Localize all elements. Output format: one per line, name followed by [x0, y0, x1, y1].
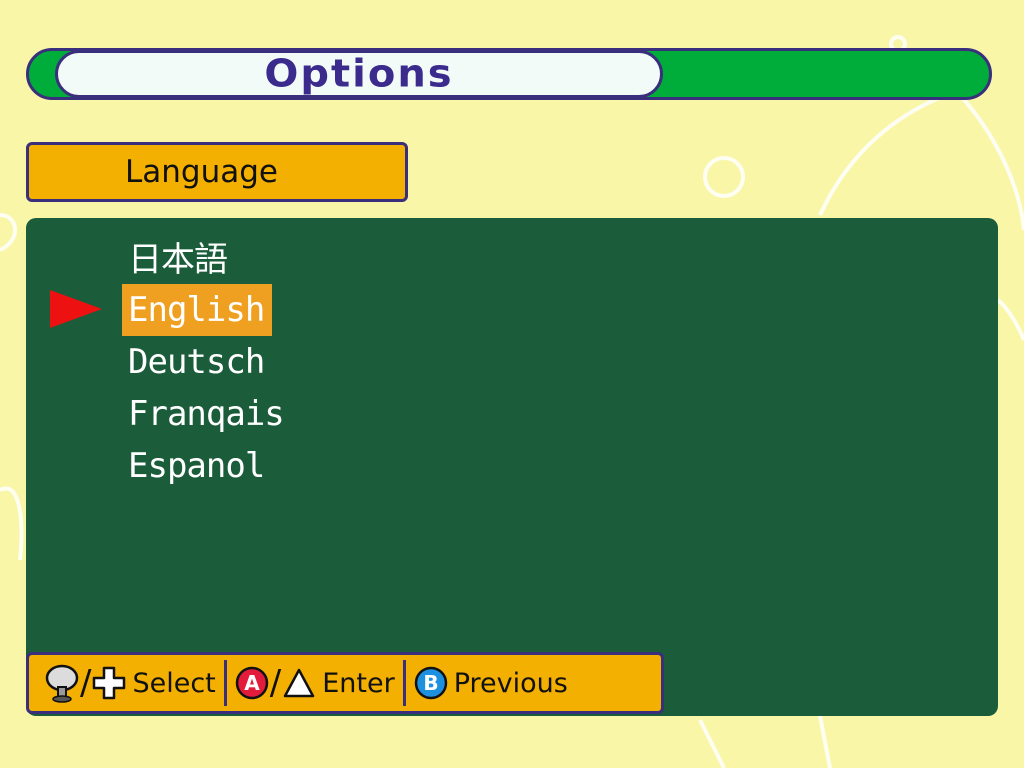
section-title: Language — [125, 154, 278, 190]
stick-icon — [45, 664, 79, 703]
dpad-icon — [93, 666, 126, 700]
title-bar: Options — [26, 48, 992, 100]
b-button-icon: B — [414, 666, 447, 700]
controls-hint-bar: / Select A / Enter B Previous — [26, 652, 664, 714]
title-pill: Options — [55, 51, 663, 97]
triangle-icon — [283, 668, 315, 698]
language-option-english[interactable]: English — [122, 284, 273, 336]
cursor-arrow-icon — [50, 290, 102, 328]
b-button-letter: B — [423, 671, 438, 695]
previous-label: Previous — [453, 667, 568, 699]
language-option-espanol[interactable]: Espanol — [122, 440, 272, 492]
slash-separator: / — [80, 663, 92, 703]
slash-separator: / — [269, 663, 282, 703]
enter-hint: A / Enter — [235, 655, 395, 711]
select-hint: / Select — [45, 655, 216, 711]
language-option-japanese[interactable]: 日本語 — [122, 234, 235, 286]
previous-hint: B Previous — [414, 655, 568, 711]
enter-label: Enter — [322, 667, 395, 699]
language-option-deutsch[interactable]: Deutsch — [122, 336, 272, 388]
page-title: Options — [264, 52, 454, 96]
section-header: Language — [26, 142, 408, 202]
a-button-icon: A — [235, 666, 269, 700]
language-panel: 日本語 English Deutsch Franqais Espanol — [26, 218, 998, 716]
separator — [402, 660, 406, 706]
a-button-letter: A — [244, 671, 260, 695]
select-label: Select — [132, 667, 216, 699]
separator — [223, 660, 227, 706]
language-option-francais[interactable]: Franqais — [122, 388, 292, 440]
